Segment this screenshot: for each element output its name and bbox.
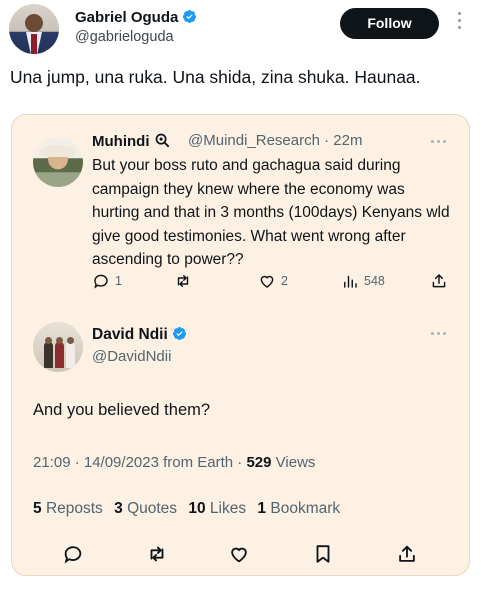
post-text: Una jump, una ruka. Una shida, zina shuk…: [10, 67, 421, 87]
share-button[interactable]: [396, 543, 418, 565]
reply-more-icon[interactable]: [431, 332, 446, 335]
parent-reply-count: 1: [115, 274, 122, 288]
parent-reply-button[interactable]: 1: [92, 272, 122, 290]
author-name-text[interactable]: Gabriel Oguda: [75, 9, 178, 26]
reply-icon: [94, 274, 108, 289]
repost-button[interactable]: [146, 543, 168, 565]
views-chart-icon: [344, 275, 357, 288]
views-count: 529: [246, 454, 272, 471]
likes-stat[interactable]: 10 Likes: [188, 500, 246, 517]
repost-icon: [150, 546, 164, 562]
quotes-stat[interactable]: 3 Quotes: [114, 500, 177, 517]
bookmark-icon: [316, 545, 330, 563]
parent-more-icon[interactable]: [431, 140, 446, 143]
quoted-conversation-card[interactable]: Muhindi @Muindi_Research · 22m But your …: [11, 114, 470, 576]
engagement-stats: 5 Reposts 3 Quotes 10 Likes 1 Bookmark: [33, 500, 347, 518]
reply-author-handle[interactable]: @DavidNdii: [92, 348, 171, 365]
reply-author-name[interactable]: David Ndii: [92, 326, 187, 344]
parent-author-name[interactable]: Muhindi: [92, 132, 171, 150]
parent-share-button[interactable]: [430, 272, 448, 290]
parent-like-button[interactable]: 2: [258, 272, 288, 290]
parent-like-count: 2: [281, 274, 288, 288]
reply-button[interactable]: [62, 543, 84, 565]
bookmarks-stat[interactable]: 1 Bookmark: [257, 500, 340, 517]
parent-views-count: 548: [364, 274, 385, 288]
parent-author-avatar[interactable]: [33, 137, 83, 187]
timestamp-text[interactable]: 21:09 · 14/09/2023 from Earth ·: [33, 454, 242, 471]
bookmark-button[interactable]: [312, 543, 334, 565]
heart-icon: [260, 275, 274, 288]
reply-action-bar: [12, 543, 471, 567]
like-button[interactable]: [228, 543, 250, 565]
reposts-stat[interactable]: 5 Reposts: [33, 500, 103, 517]
heart-icon: [231, 547, 247, 563]
repost-icon: [177, 275, 189, 287]
more-options-icon[interactable]: [455, 12, 463, 34]
author-handle[interactable]: @gabrieloguda: [75, 29, 174, 45]
parent-text: But your boss ruto and gachagua said dur…: [92, 157, 450, 268]
verified-badge-icon: [183, 9, 197, 24]
magnifier-icon: [155, 133, 169, 148]
follow-button[interactable]: Follow: [340, 8, 439, 39]
share-icon: [432, 274, 446, 288]
parent-repost-button[interactable]: [174, 272, 192, 290]
reply-text: And you believed them?: [33, 401, 211, 419]
reply-icon: [64, 546, 82, 564]
author-name[interactable]: Gabriel Oguda: [75, 9, 197, 26]
share-icon: [399, 545, 415, 562]
reply-timestamp[interactable]: 21:09 · 14/09/2023 from Earth · 529 View…: [33, 454, 315, 471]
parent-views-button[interactable]: 548: [341, 272, 385, 290]
views-label: Views: [275, 454, 316, 471]
author-avatar[interactable]: [9, 4, 59, 54]
post-header: Gabriel Oguda @gabrieloguda Follow: [0, 0, 481, 62]
verified-badge-icon: [172, 326, 186, 341]
reply-author-avatar[interactable]: [33, 322, 83, 372]
parent-handle-time[interactable]: @Muindi_Research · 22m: [188, 132, 362, 149]
parent-action-bar: 1 2 548: [12, 272, 471, 294]
